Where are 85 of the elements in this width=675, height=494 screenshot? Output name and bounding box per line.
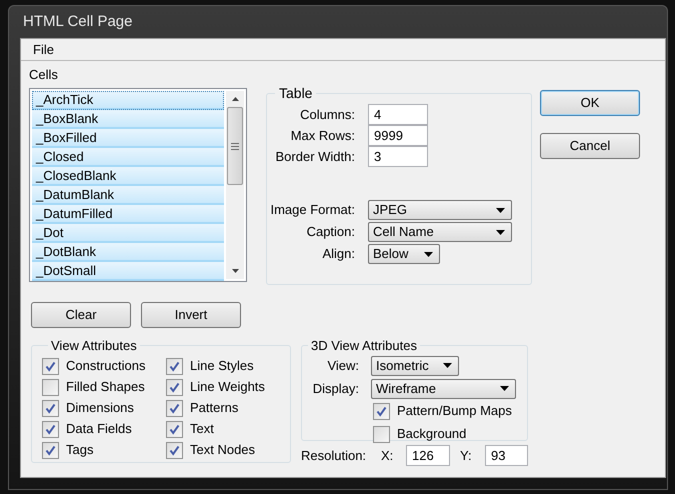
checkbox[interactable] <box>42 400 59 416</box>
window-title: HTML Cell Page <box>23 12 132 32</box>
checkbox-label: Tags <box>66 441 94 460</box>
checkbox[interactable] <box>166 400 183 416</box>
down-arrow-icon <box>232 269 238 273</box>
checkbox-label: Line Weights <box>190 378 265 396</box>
checkbox-label: Text Nodes <box>190 441 256 460</box>
checkmark-icon <box>376 406 387 416</box>
scrollbar[interactable] <box>226 91 244 279</box>
button[interactable]: Cancel <box>540 133 640 159</box>
checkmark-icon <box>169 382 180 392</box>
checkmark-icon <box>45 424 56 434</box>
group-title: Table <box>278 84 314 103</box>
checkbox-label: Text <box>190 420 214 438</box>
field-label: Border Width: <box>274 148 355 166</box>
list-item[interactable]: _DatumFilled <box>32 205 224 224</box>
checkmark-icon <box>45 402 56 414</box>
group-title: View Attributes <box>50 337 138 355</box>
checkbox-label: Patterns <box>190 399 238 418</box>
menu-item[interactable]: File <box>33 40 54 60</box>
caret-icon <box>496 208 505 212</box>
field-label: Caption: <box>306 223 355 242</box>
list-item[interactable]: _Closed <box>32 148 224 167</box>
checkbox[interactable] <box>166 442 183 458</box>
field-label: Max Rows: <box>290 126 355 145</box>
checkbox[interactable] <box>42 420 59 438</box>
dropdown[interactable]: Below <box>368 244 440 264</box>
input-field[interactable]: 4 <box>368 104 428 125</box>
input-field[interactable]: 93 <box>485 445 528 466</box>
list-label: Cells <box>29 67 59 83</box>
checkmark-icon <box>169 402 180 414</box>
checkbox[interactable] <box>42 378 59 396</box>
checkbox[interactable] <box>42 442 59 458</box>
field-label: X: <box>381 446 394 465</box>
checkbox-label: Data Fields <box>66 420 132 438</box>
field-label: View: <box>326 356 359 375</box>
caret-icon <box>500 386 509 391</box>
resolution-label: Resolution: <box>301 446 368 465</box>
checkbox-label: Filled Shapes <box>66 378 145 396</box>
field-label: Y: <box>460 446 473 465</box>
field-label: Align: <box>321 245 355 264</box>
dropdown[interactable]: JPEG <box>368 200 512 220</box>
checkbox[interactable] <box>42 358 59 374</box>
checkmark-icon <box>169 424 180 434</box>
group-title: 3D View Attributes <box>310 337 418 355</box>
list-item[interactable]: _BoxBlank <box>32 110 224 129</box>
caret-icon <box>496 230 505 234</box>
field-label: Display: <box>312 380 359 398</box>
caret-icon <box>443 363 452 368</box>
checkbox[interactable] <box>373 426 390 442</box>
button[interactable]: OK <box>540 90 640 116</box>
field-label: Columns: <box>299 106 355 124</box>
list-item[interactable]: _ArchTick <box>32 91 224 110</box>
checkbox[interactable] <box>166 358 183 374</box>
dropdown[interactable]: Wireframe <box>371 378 516 398</box>
list-item[interactable]: _DotSmall <box>32 262 224 281</box>
dropdown[interactable]: Cell Name <box>368 222 512 242</box>
caret-icon <box>424 252 433 256</box>
scroll-thumb[interactable] <box>227 107 243 185</box>
up-arrow-icon <box>232 97 238 101</box>
list-item[interactable]: _DotBlank <box>32 243 224 262</box>
input-field[interactable]: 3 <box>368 146 428 167</box>
button[interactable]: Invert <box>141 302 241 328</box>
list-item[interactable]: _BoxFilled <box>32 129 224 148</box>
input-field[interactable]: 9999 <box>368 125 428 146</box>
grip-icon <box>231 142 239 150</box>
checkmark-icon <box>169 444 180 456</box>
checkbox-label: Line Styles <box>190 357 254 376</box>
checkmark-icon <box>169 360 180 372</box>
field-label: Image Format: <box>269 201 355 220</box>
checkbox-label: Constructions <box>66 357 146 376</box>
input-field[interactable]: 126 <box>406 445 450 466</box>
button[interactable]: Clear <box>31 302 131 328</box>
checkmark-icon <box>45 444 56 456</box>
list-item[interactable]: _ClosedBlank <box>32 167 224 186</box>
checkbox-label: Pattern/Bump Maps <box>397 402 512 420</box>
checkbox-label: Dimensions <box>66 399 134 418</box>
checkbox-label: Background <box>397 425 466 444</box>
dropdown[interactable]: Isometric <box>371 356 459 376</box>
list-item[interactable]: _Dot <box>32 224 224 243</box>
checkbox[interactable] <box>166 378 183 396</box>
checkbox[interactable] <box>373 402 390 420</box>
checkbox[interactable] <box>166 420 183 438</box>
list-item[interactable]: _DatumBlank <box>32 186 224 205</box>
checkmark-icon <box>45 360 56 372</box>
